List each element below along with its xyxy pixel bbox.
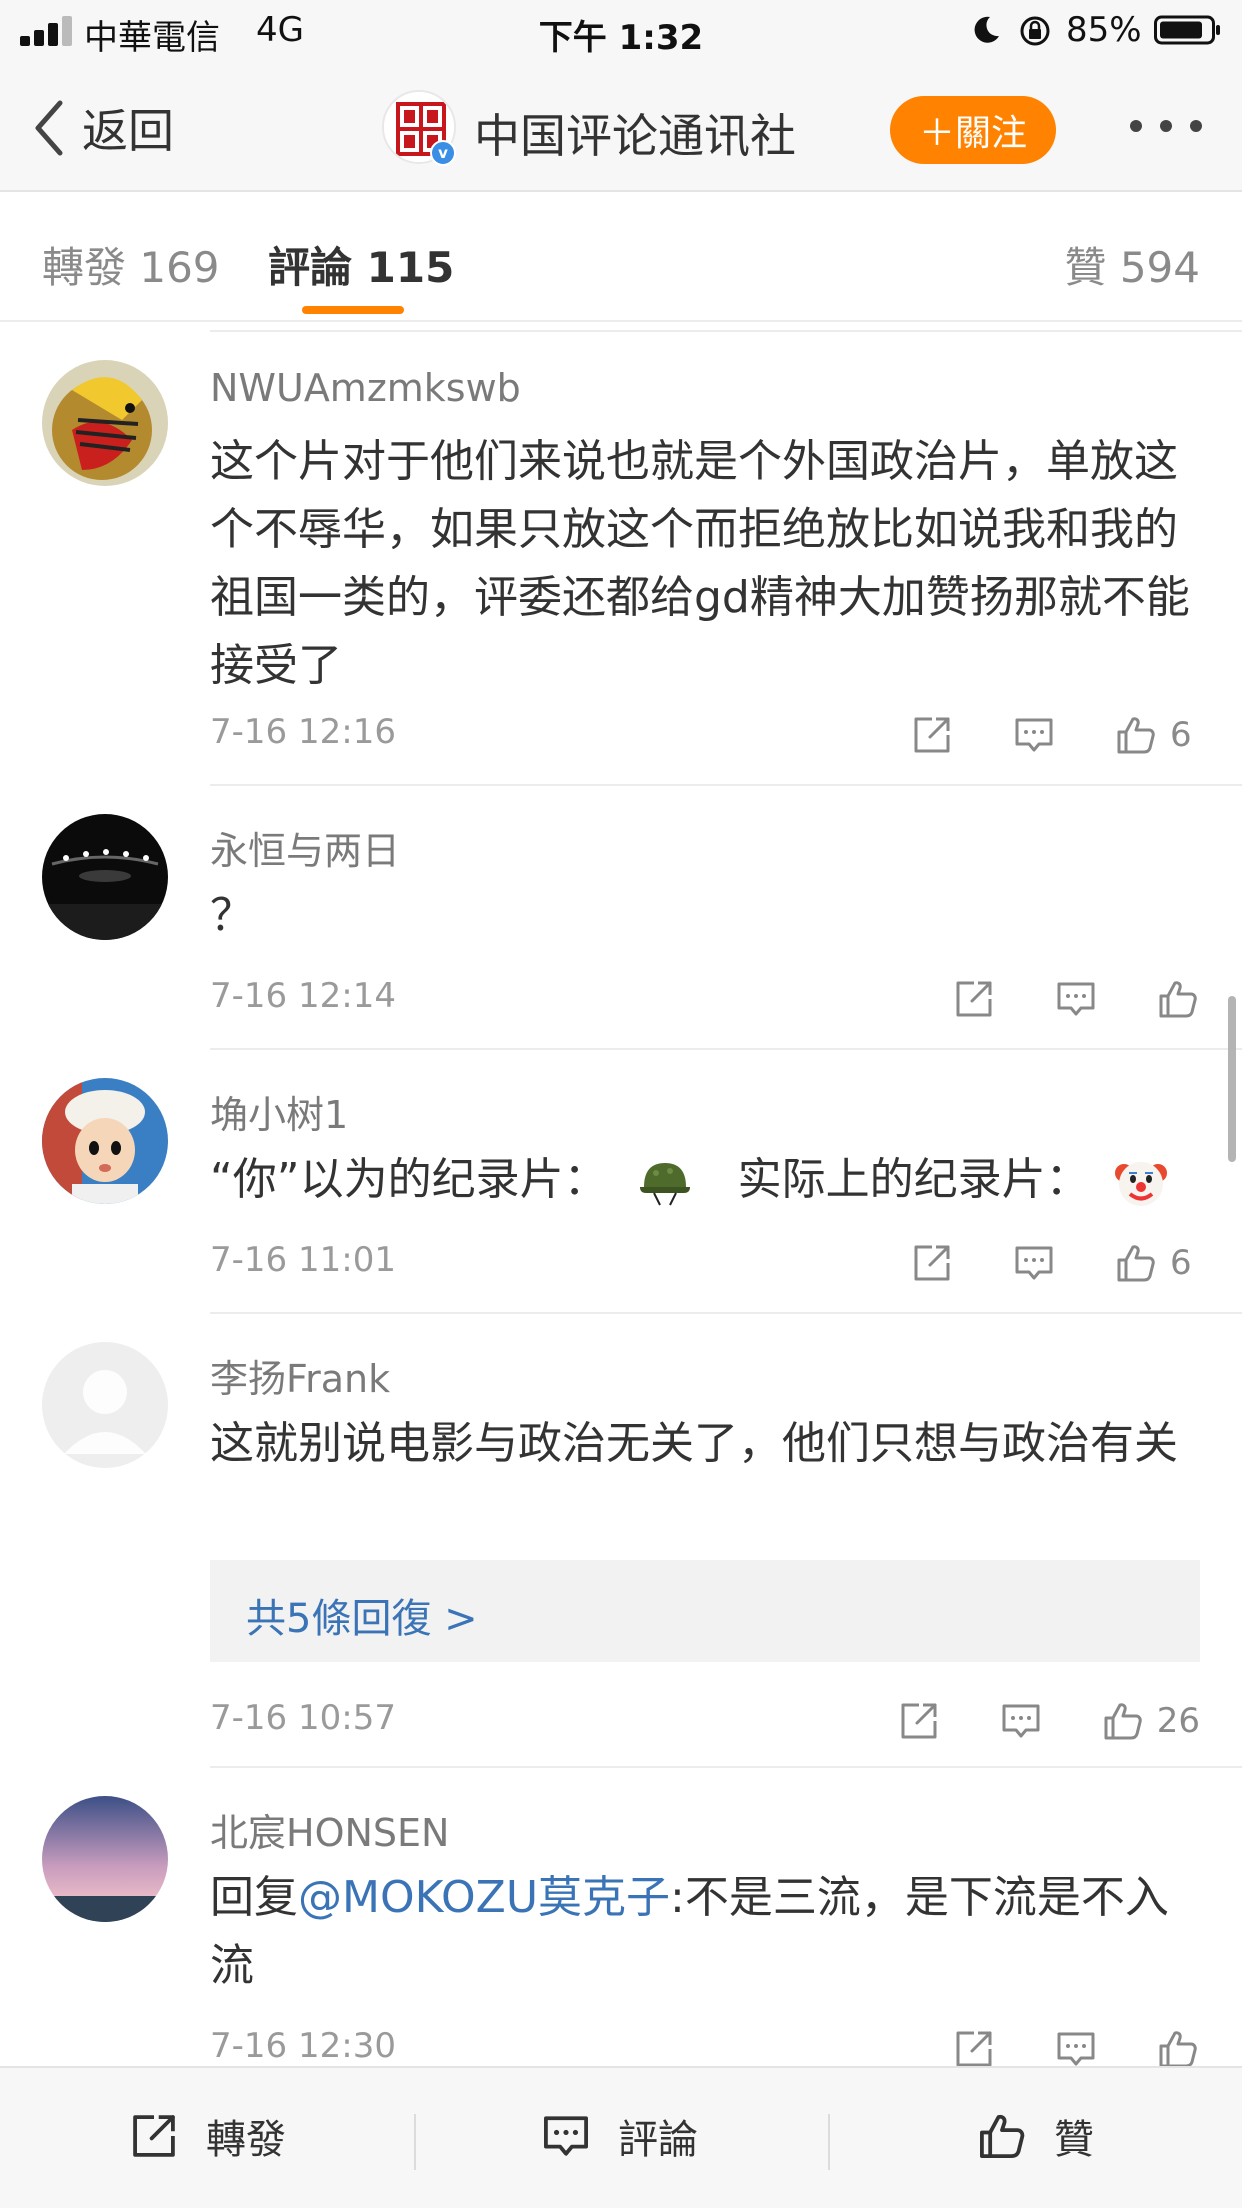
avatar[interactable]: [42, 814, 168, 940]
comment-icon[interactable]: [1054, 977, 1098, 1021]
comment-label: 評論: [618, 2117, 698, 2163]
bottom-action-bar: 轉發 評論 贊: [0, 2066, 1242, 2208]
comment-text: “你”以为的纪录片： 实际上的纪录片：: [210, 1146, 1200, 1214]
comment-actions: 6: [910, 710, 1200, 760]
comment-icon[interactable]: [999, 1699, 1043, 1743]
tab-comments[interactable]: 評論 115: [268, 234, 454, 295]
like-count: 26: [1156, 1701, 1200, 1741]
repost-button[interactable]: 轉發: [128, 2106, 286, 2166]
comment-actions: [952, 974, 1200, 1024]
do-not-disturb-icon: [974, 16, 999, 43]
verified-badge-icon: v: [430, 140, 456, 166]
military-helmet-icon: [639, 1163, 690, 1206]
reply-prefix: 回复: [210, 1872, 298, 1923]
comment-username[interactable]: 埆小树1: [210, 1084, 348, 1139]
thumbs-up-icon[interactable]: [1156, 2027, 1200, 2071]
comment-actions: 26: [897, 1696, 1200, 1746]
thumbs-up-icon[interactable]: [1114, 1241, 1158, 1285]
comment-icon[interactable]: [1054, 2027, 1098, 2071]
divider: [0, 320, 1242, 322]
divider: [210, 784, 1242, 786]
share-icon[interactable]: [910, 1241, 954, 1285]
like-count: 6: [1170, 1243, 1192, 1283]
back-chevron-icon: [35, 100, 63, 156]
divider: [210, 330, 1242, 332]
comment-text: 回复@MOKOZU莫克子:不是三流，是下流是不入流: [210, 1864, 1200, 2000]
thumbs-up-icon[interactable]: [1156, 977, 1200, 1021]
avatar[interactable]: [42, 1342, 168, 1468]
tab-bar: 轉發 169 評論 115 贊 594: [0, 192, 1242, 322]
tab-reposts[interactable]: 轉發 169: [42, 234, 220, 295]
avatar[interactable]: [42, 360, 168, 486]
divider: [210, 1766, 1242, 1768]
clown-face-icon: [1114, 1162, 1167, 1206]
share-icon[interactable]: [952, 977, 996, 1021]
page-title: 中国评论通讯社: [474, 109, 796, 163]
share-icon: [133, 2115, 175, 2157]
comment-text: 这就别说电影与政治无关了，他们只想与政治有关: [210, 1418, 1178, 1469]
battery-percent: 85%: [1066, 10, 1142, 50]
comment-icon: [544, 2116, 588, 2156]
comment-icon[interactable]: [1012, 1241, 1056, 1285]
comment-time: 7-16 12:30: [210, 2026, 396, 2066]
scrollbar[interactable]: [1228, 996, 1236, 1162]
avatar[interactable]: [42, 1796, 168, 1922]
more-icon[interactable]: [1130, 120, 1204, 134]
like-button[interactable]: 贊: [976, 2106, 1094, 2166]
share-icon[interactable]: [897, 1699, 941, 1743]
repost-label: 轉發: [206, 2117, 286, 2163]
thumbs-up-icon[interactable]: [1114, 713, 1158, 757]
divider: [210, 1048, 1242, 1050]
divider: [828, 2114, 830, 2170]
comment-button[interactable]: 評論: [540, 2106, 698, 2166]
divider: [210, 1312, 1242, 1314]
mention-link[interactable]: @MOKOZU莫克子: [298, 1872, 670, 1923]
share-icon[interactable]: [910, 713, 954, 757]
comment-text-part: 实际上的纪录片：: [737, 1154, 1090, 1205]
comment-time: 7-16 11:01: [210, 1240, 396, 1280]
comment-text: ？: [210, 890, 254, 941]
like-label: 贊: [1054, 2117, 1094, 2163]
clock: 下午 1:32: [538, 18, 704, 58]
comment-text-part: “你”以为的纪录片：: [210, 1154, 608, 1205]
follow-button[interactable]: ＋關注: [890, 96, 1056, 164]
battery-icon: [1154, 15, 1220, 45]
comment-text: 这个片对于他们来说也就是个外国政治片，单放这个不辱华，如果只放这个而拒绝放比如说…: [210, 436, 1190, 691]
comment-time: 7-16 10:57: [210, 1698, 396, 1738]
back-label: 返回: [82, 104, 174, 158]
active-tab-indicator: [302, 306, 404, 314]
comment-time: 7-16 12:14: [210, 976, 396, 1016]
comment-icon[interactable]: [1012, 713, 1056, 757]
comment-username[interactable]: 永恒与两日: [210, 820, 400, 875]
like-count: 6: [1170, 715, 1192, 755]
tab-likes[interactable]: 贊 594: [1064, 234, 1200, 295]
thumbs-up-icon: [980, 2114, 1025, 2158]
thumbs-up-icon[interactable]: [1101, 1699, 1145, 1743]
orientation-lock-icon: [1020, 16, 1050, 46]
nav-bar: 返回 v 中国评论通讯社 ＋關注: [0, 62, 1242, 192]
replies-link[interactable]: 共5條回復 >: [210, 1560, 1200, 1662]
divider: [414, 2114, 416, 2170]
status-bar: 中華電信 4G 下午 1:32 85%: [0, 0, 1242, 62]
comment-actions: 6: [910, 1238, 1200, 1288]
comment-username[interactable]: NWUAmzmkswb: [210, 366, 521, 410]
share-icon[interactable]: [952, 2027, 996, 2071]
replies-label: 共5條回復 >: [246, 1596, 478, 1642]
comment-username[interactable]: 北宸HONSEN: [210, 1802, 449, 1857]
avatar[interactable]: [42, 1078, 168, 1204]
comment-username[interactable]: 李扬Frank: [210, 1348, 390, 1403]
back-button[interactable]: 返回: [30, 98, 174, 158]
comment-time: 7-16 12:16: [210, 712, 396, 752]
